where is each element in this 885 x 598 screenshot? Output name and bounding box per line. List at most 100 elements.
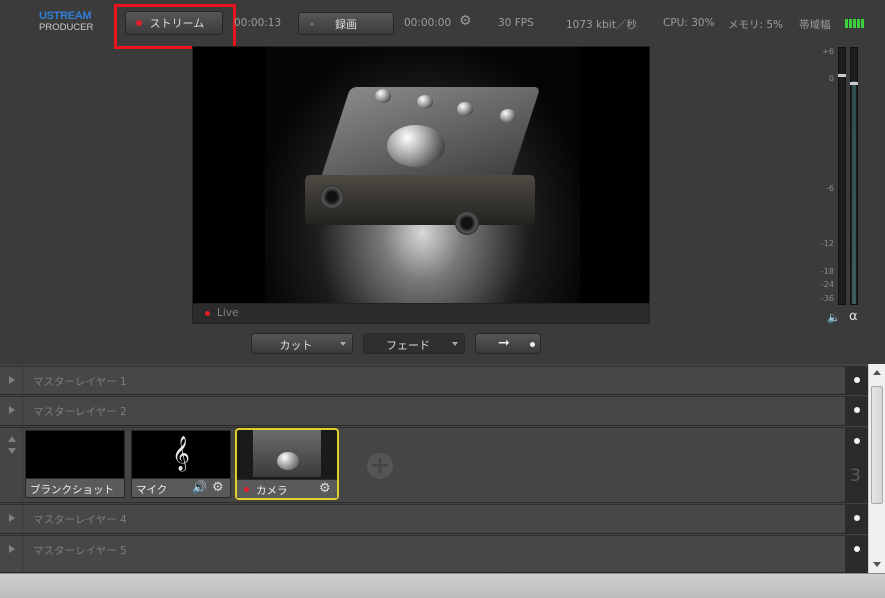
bandwidth-bars-icon [845,19,864,28]
cpu-readout: CPU: 30% [663,17,715,29]
record-timer: 00:00:00 [404,17,452,29]
layer-status-column [845,536,869,572]
layer-indicator-icon[interactable] [854,515,860,521]
camera-feed-image [265,47,580,305]
logo-subtitle: PRODUCER [39,22,94,33]
live-indicator-icon [205,311,210,316]
bandwidth-bar [849,19,852,28]
layer-indicator-icon[interactable] [854,546,860,552]
main-knob [387,125,445,167]
scroll-up-icon[interactable] [873,370,881,375]
meter-peak-left [838,74,846,77]
preview-status-bar: Live [193,303,649,323]
fade-button[interactable]: フェード [363,333,465,354]
bitrate-readout: 1073 kbit／秒 [566,19,637,31]
meter-scale-label: 0 [828,74,834,83]
shot-caption: マイク 🔊 ⚙ [132,478,230,497]
layer-status-column: 3 [845,428,869,502]
headphones-icon[interactable]: ⍺ [849,309,858,324]
divider [22,367,23,394]
layer-name: マスターレイヤー 2 [33,406,127,418]
gear-icon[interactable]: ⚙ [319,481,331,496]
live-indicator-icon [244,487,249,492]
scroll-down-icon[interactable] [873,562,881,567]
knob [500,109,516,123]
shot-camera[interactable]: カメラ ⚙ [235,428,339,500]
settings-gear-icon[interactable]: ⚙ [459,13,472,29]
arrow-right-icon: ➞ [498,335,510,351]
stream-button[interactable]: ストリーム [125,11,223,35]
meter-scale-label: -12 [820,239,834,248]
gear-icon[interactable]: ⚙ [212,480,224,495]
cut-label: カット [279,339,313,352]
meter-scale-label: -24 [820,280,834,289]
treble-clef-icon: 𝄞 [132,431,230,478]
layer-status-column [845,505,869,533]
meter-scale-label: -36 [820,294,834,303]
record-button[interactable]: 録画 [298,12,394,35]
chevron-down-icon[interactable] [340,342,346,346]
shot-thumbnail [253,430,321,477]
layer-row-2[interactable]: マスターレイヤー 2 [0,396,869,426]
shot-caption: カメラ ⚙ [237,479,337,498]
shot-label: ブランクショット [30,484,114,496]
shot-blank[interactable]: ブランクショット [25,430,125,498]
memory-readout: メモリ: 5% [728,19,784,31]
xlr-port [320,185,344,209]
shot-label: カメラ [256,485,288,497]
move-down-icon[interactable] [8,448,16,454]
cut-button[interactable]: カット [251,333,353,354]
layer-status-column [845,397,869,425]
bandwidth-bar [861,19,864,28]
xlr-port [455,211,479,235]
layer-name: マスターレイヤー 5 [33,545,127,557]
logo-title: USTREAM [39,10,92,22]
knob [375,89,391,103]
top-panel: USTREAM PRODUCER ストリーム 00:00:13 録画 00:00… [0,0,885,360]
layer-status-column [845,367,869,394]
expand-arrow-icon[interactable] [9,406,15,414]
audio-meter-right [850,47,858,305]
meter-scale-label: -6 [826,184,834,193]
meter-scale-label: -18 [820,267,834,276]
fps-readout: 30 FPS [498,17,534,29]
record-status-icon [309,21,315,27]
layer-indicator-icon[interactable] [854,438,860,444]
layer-indicator-icon[interactable] [854,377,860,383]
knob [417,95,433,109]
layers-scrollbar[interactable] [868,364,885,573]
divider [22,505,23,533]
scrollbar-thumb[interactable] [871,386,883,504]
divider [22,397,23,425]
layer-indicator-icon[interactable] [854,407,860,413]
knob [277,452,299,470]
divider [22,428,23,502]
speaker-icon[interactable]: 🔈 [827,311,841,324]
bandwidth-bar [857,19,860,28]
ustream-logo: USTREAM PRODUCER [39,10,94,34]
layer-row-4[interactable]: マスターレイヤー 4 [0,504,869,534]
meter-scale-label: +6 [822,47,834,56]
expand-arrow-icon[interactable] [9,376,15,384]
layer-row-1[interactable]: マスターレイヤー 1 [0,366,869,395]
expand-arrow-icon[interactable] [9,545,15,553]
layer-row-5[interactable]: マスターレイヤー 5 [0,535,869,573]
fade-label: フェード [386,339,430,352]
add-shot-button[interactable]: + [367,453,393,479]
stream-button-label: ストリーム [149,17,205,30]
shot-label: マイク [136,484,168,496]
bandwidth-label: 帯域幅 [799,19,831,31]
meter-fill-right [852,81,856,304]
stream-timer: 00:00:13 [234,17,282,29]
shot-mic[interactable]: 𝄞 マイク 🔊 ⚙ [131,430,231,498]
transition-go-button[interactable]: ➞ [475,333,541,354]
live-preview: Live [192,46,650,324]
record-button-label: 録画 [335,17,357,31]
knob [457,102,473,116]
layer-name: マスターレイヤー 4 [33,514,127,526]
volume-icon[interactable]: 🔊 [192,480,207,494]
chevron-down-icon[interactable] [452,342,458,346]
move-up-icon[interactable] [8,436,16,442]
expand-arrow-icon[interactable] [9,514,15,522]
stream-status-icon [136,20,142,26]
